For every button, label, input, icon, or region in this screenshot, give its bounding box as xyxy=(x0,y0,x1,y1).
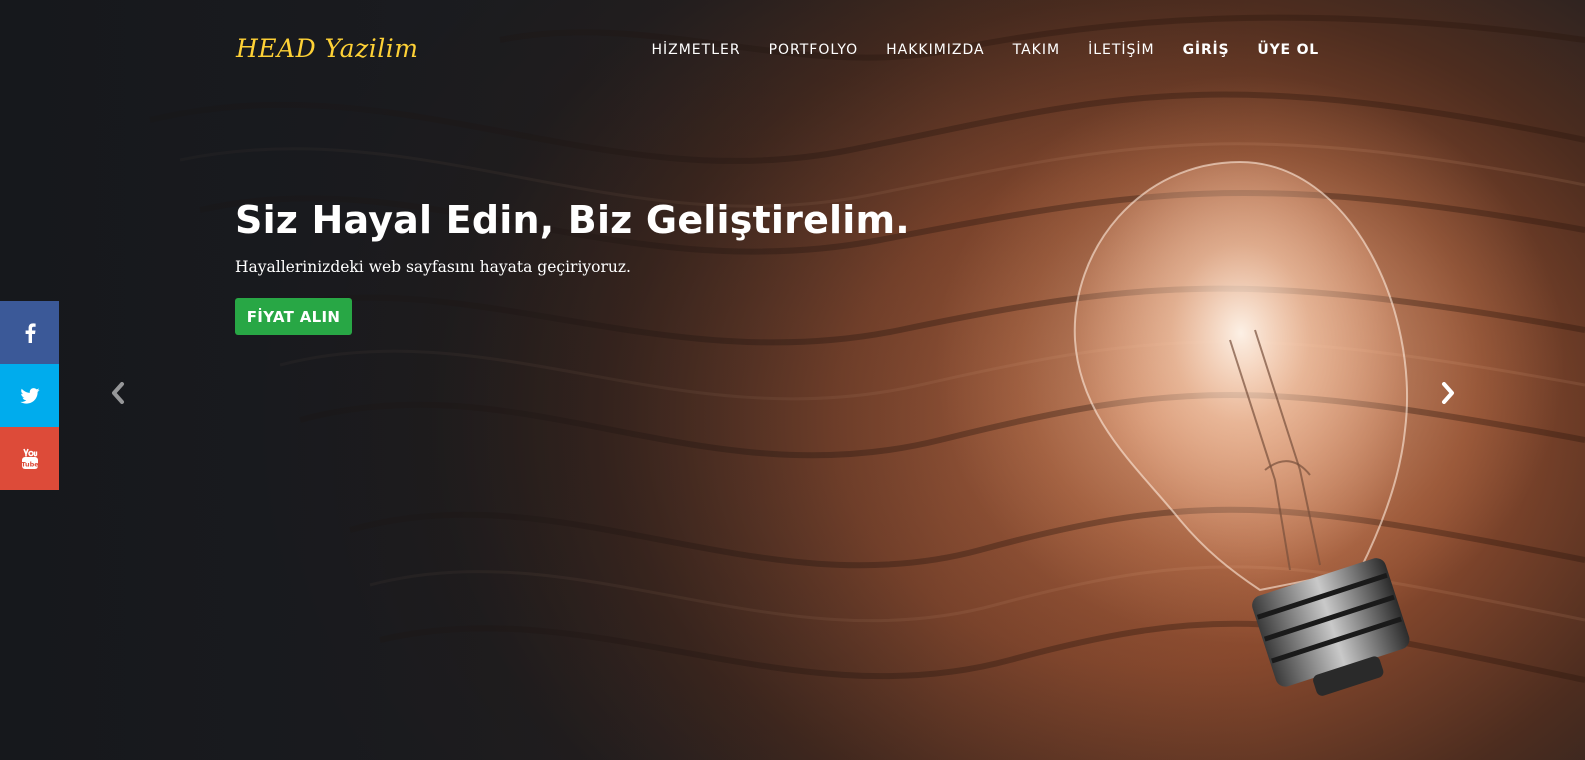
light-bulb-image xyxy=(1073,160,1410,696)
twitter-button[interactable] xyxy=(0,364,59,427)
nav-item-uye-ol[interactable]: ÜYE OL xyxy=(1257,40,1319,60)
social-sidebar: Tube xyxy=(0,301,59,490)
nav-item-portfolyo[interactable]: PORTFOLYO xyxy=(769,40,859,60)
youtube-button[interactable]: Tube xyxy=(0,427,59,490)
nav-item-hizmetler[interactable]: HİZMETLER xyxy=(651,40,740,60)
nav-item-takim[interactable]: TAKIM xyxy=(1013,40,1060,60)
chevron-left-icon xyxy=(112,382,124,404)
facebook-icon xyxy=(25,322,36,343)
twitter-icon xyxy=(19,387,40,404)
get-price-button[interactable]: FİYAT ALIN xyxy=(235,298,352,335)
hero-headline: Siz Hayal Edin, Biz Geliştirelim. xyxy=(235,198,910,242)
facebook-button[interactable] xyxy=(0,301,59,364)
carousel-next-button[interactable] xyxy=(1433,378,1463,408)
hero-carousel: HEAD Yazilim HİZMETLER PORTFOLYO HAKKIMI… xyxy=(0,0,1585,760)
hero-subline: Hayallerinizdeki web sayfasını hayata ge… xyxy=(235,258,631,276)
svg-text:Tube: Tube xyxy=(21,460,39,468)
nav-item-hakkimizda[interactable]: HAKKIMIZDA xyxy=(886,40,985,60)
carousel-prev-button[interactable] xyxy=(103,378,133,408)
youtube-icon: Tube xyxy=(21,448,39,469)
brand-logo[interactable]: HEAD Yazilim xyxy=(236,34,418,63)
nav-item-giris[interactable]: GİRİŞ xyxy=(1183,40,1230,60)
main-nav: HİZMETLER PORTFOLYO HAKKIMIZDA TAKIM İLE… xyxy=(623,40,1319,60)
chevron-right-icon xyxy=(1442,382,1454,404)
nav-item-iletisim[interactable]: İLETİŞİM xyxy=(1088,40,1155,60)
